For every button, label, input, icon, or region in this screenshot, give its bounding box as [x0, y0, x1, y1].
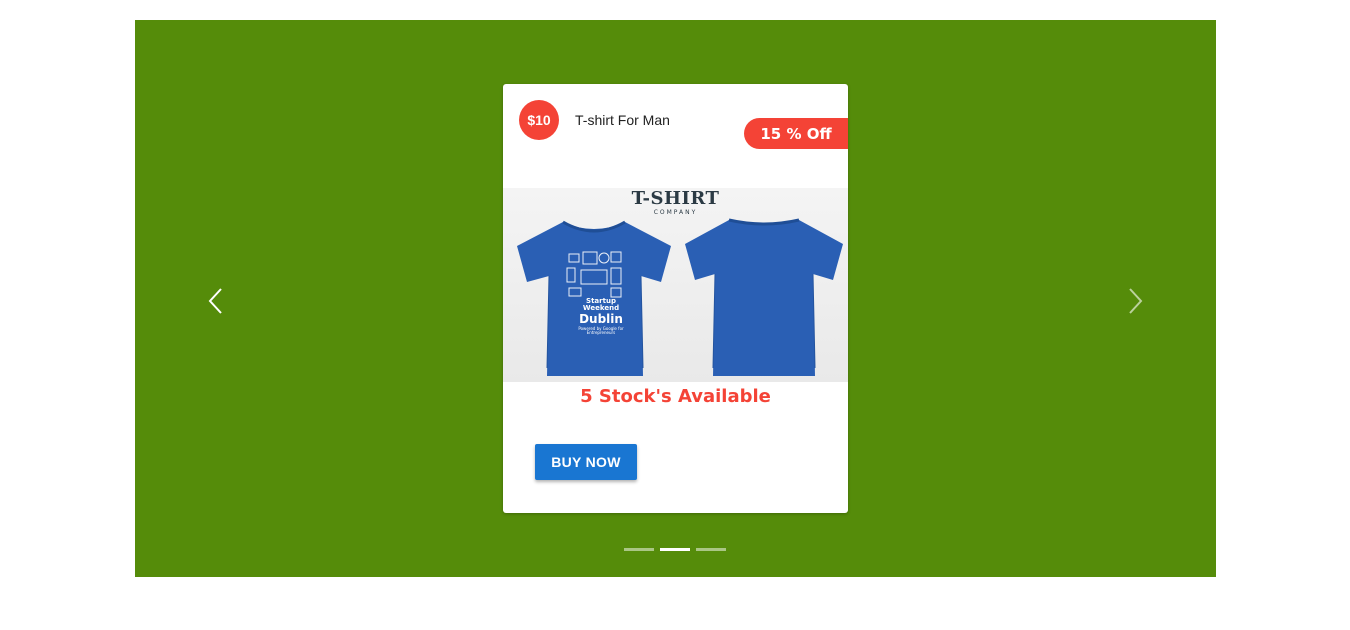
- tshirt-back-icon: [685, 218, 843, 376]
- tshirt-front-image: Startup Weekend Dublin Powered by Google…: [511, 218, 677, 382]
- chevron-left-icon: [208, 288, 222, 314]
- product-title: T-shirt For Man: [575, 112, 670, 128]
- brand-subtitle: COMPANY: [653, 209, 698, 216]
- shirt-print-line1: Startup Weekend: [582, 297, 620, 313]
- carousel-indicator-1[interactable]: [624, 548, 654, 551]
- carousel-indicator-3[interactable]: [696, 548, 726, 551]
- product-carousel: $10 T-shirt For Man 15 % Off T-SHIRT COM…: [135, 20, 1216, 577]
- shirt-print-line3: Powered by Google for Entrepreneurs: [578, 326, 624, 336]
- carousel-indicators: [624, 548, 726, 551]
- carousel-indicator-2[interactable]: [660, 548, 690, 551]
- chevron-right-icon: [1129, 288, 1143, 314]
- discount-badge: 15 % Off: [744, 118, 848, 149]
- price-badge: $10: [519, 100, 559, 140]
- product-image: T-SHIRT COMPANY Startup Weekend Dublin P…: [503, 188, 848, 382]
- buy-now-button[interactable]: BUY NOW: [535, 444, 637, 480]
- product-card: $10 T-shirt For Man 15 % Off T-SHIRT COM…: [503, 84, 848, 513]
- stock-availability: 5 Stock's Available: [580, 386, 771, 407]
- shirt-print: Startup Weekend Dublin Powered by Google…: [571, 297, 631, 336]
- carousel-prev-button[interactable]: [201, 286, 231, 316]
- brand-logo: T-SHIRT COMPANY: [503, 188, 848, 217]
- carousel-next-button[interactable]: [1120, 286, 1150, 316]
- shirt-print-line2: Dublin: [579, 311, 623, 326]
- brand-name: T-SHIRT: [631, 188, 720, 209]
- tshirt-back-image: [681, 218, 847, 382]
